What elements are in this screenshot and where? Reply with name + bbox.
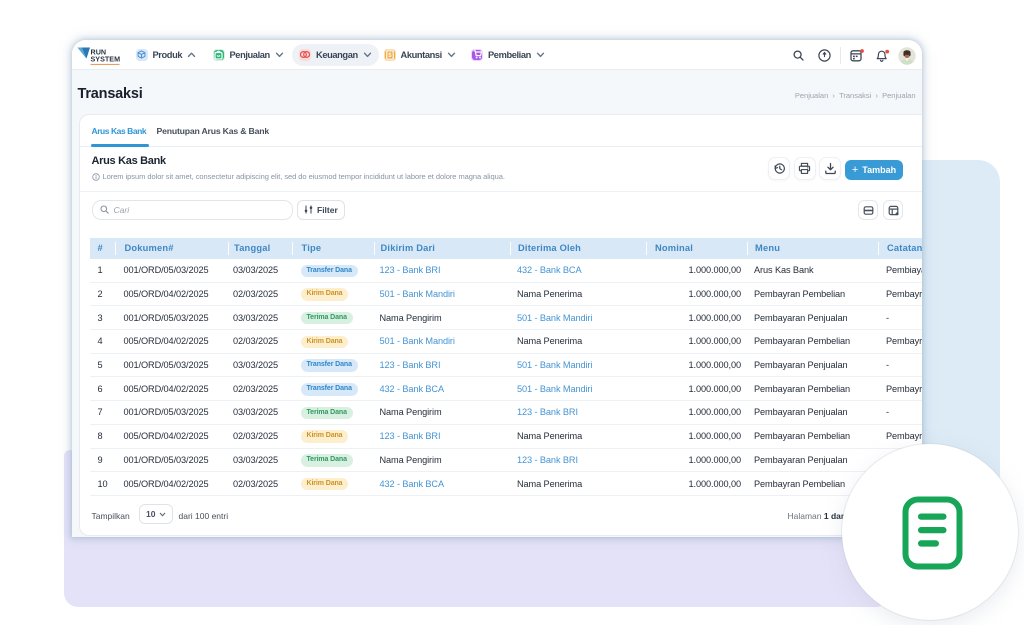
svg-text:$: $ [388,53,392,59]
svg-text:SYSTEM: SYSTEM [91,54,121,63]
